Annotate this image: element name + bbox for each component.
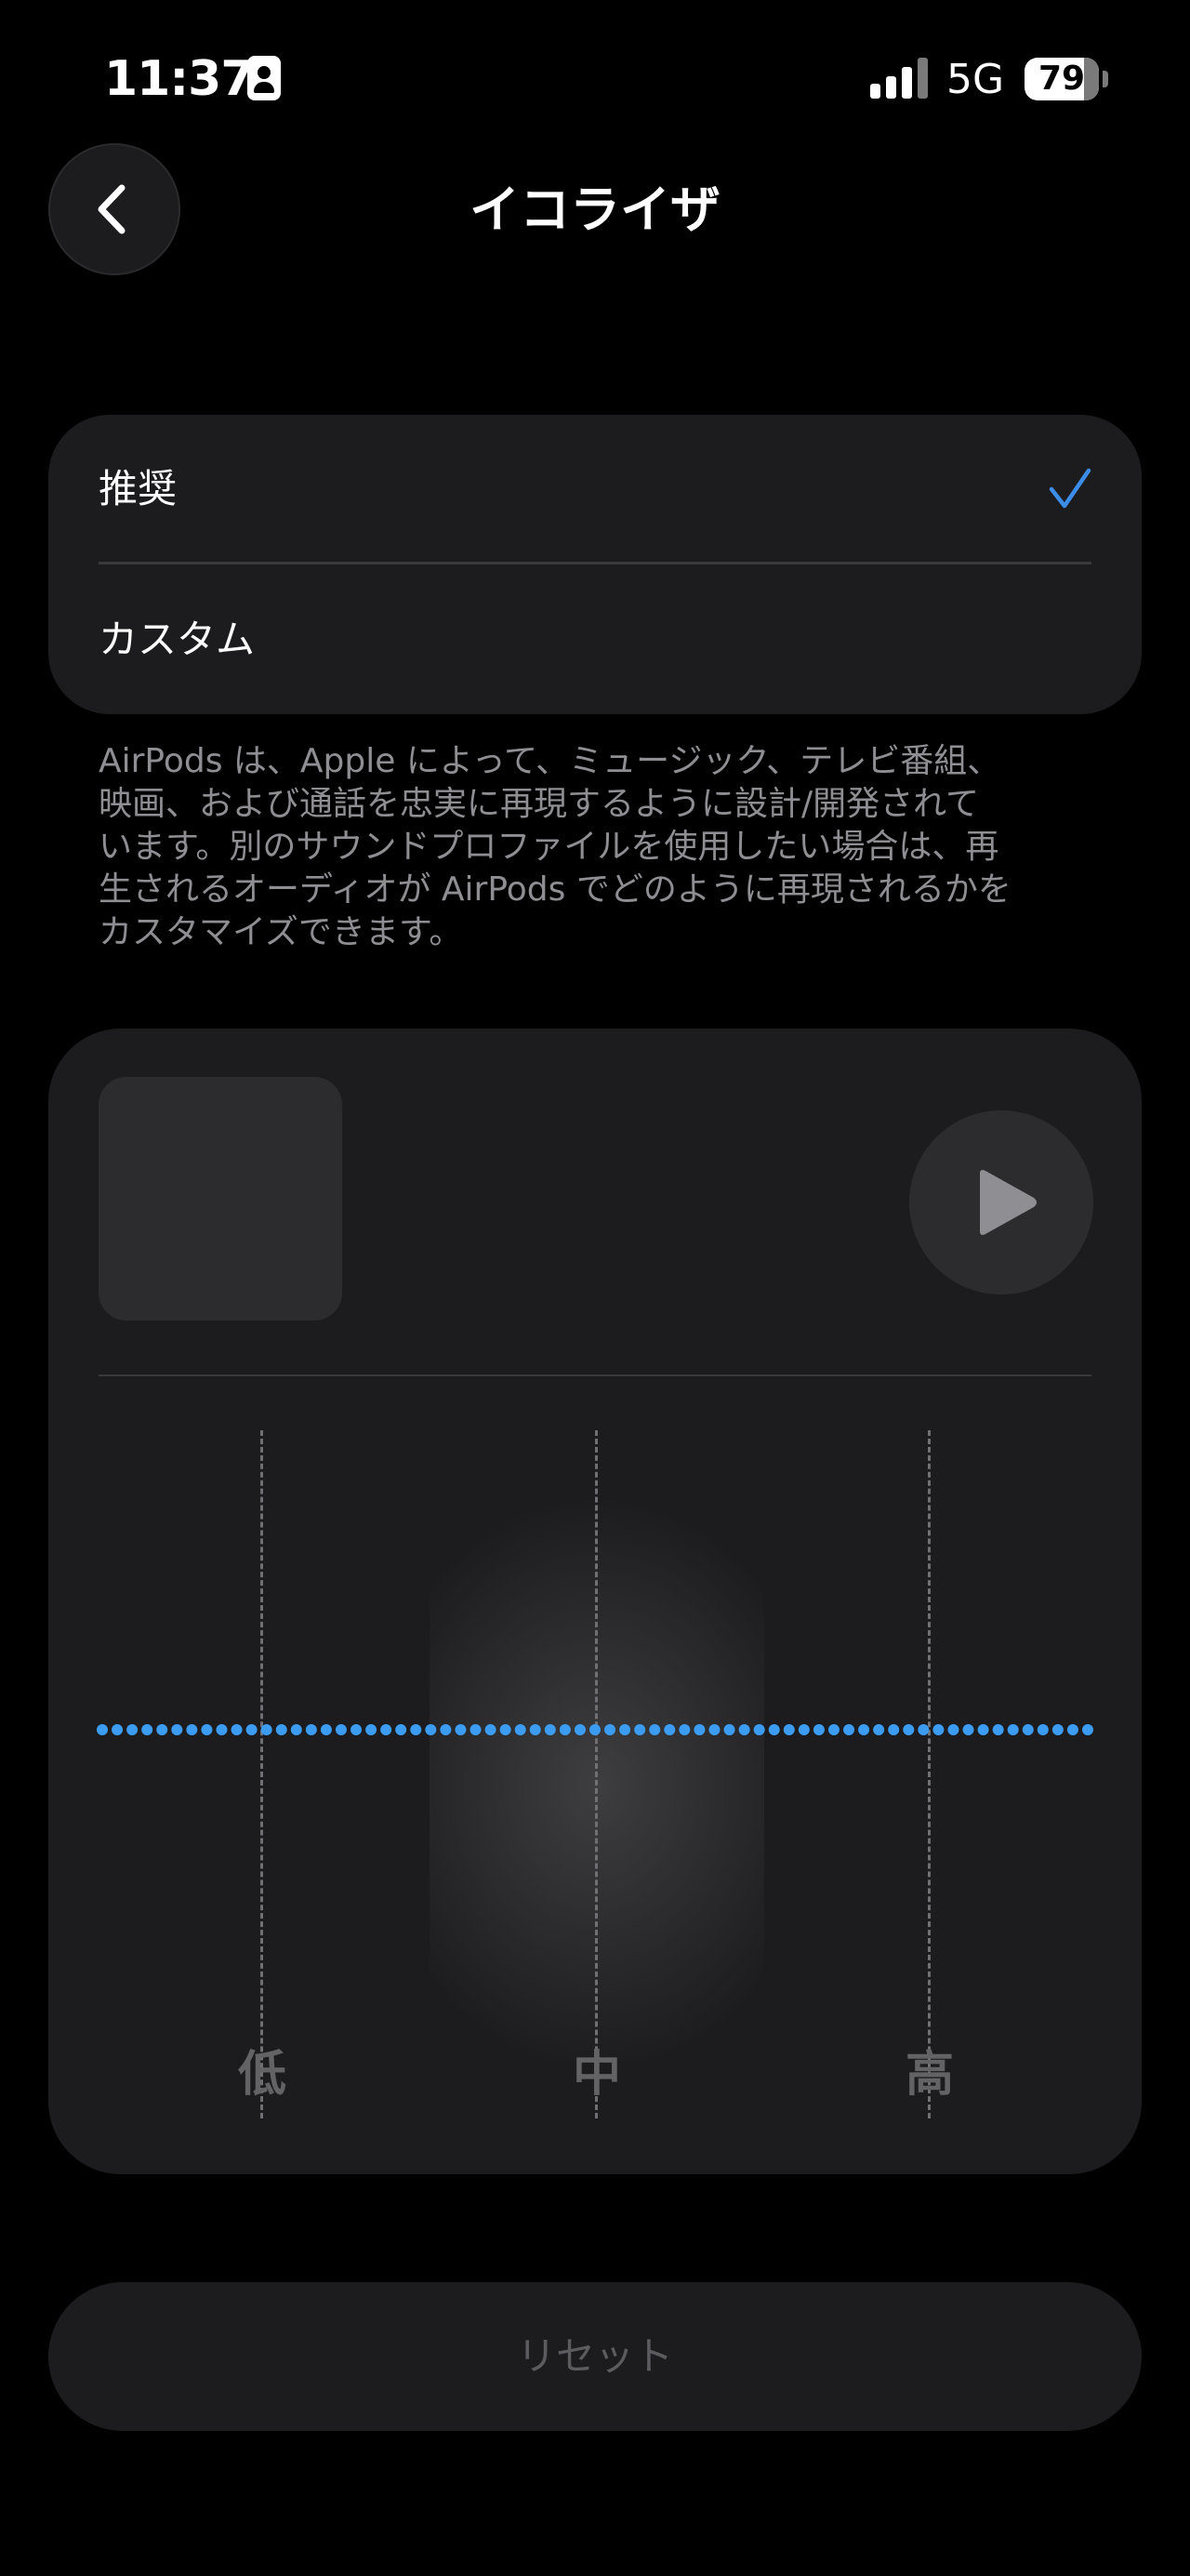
battery-icon: 79	[1025, 58, 1099, 100]
eq-curve-dot	[634, 1724, 646, 1735]
eq-curve-dot	[708, 1724, 721, 1735]
eq-curve-dot	[499, 1724, 511, 1735]
eq-curve-dot	[738, 1724, 750, 1735]
eq-curve-dot	[679, 1724, 691, 1735]
eq-curve-dot	[827, 1724, 840, 1735]
eq-curve[interactable]	[48, 1029, 1142, 2174]
eq-curve-dot	[425, 1724, 437, 1735]
eq-curve-dot	[156, 1724, 168, 1735]
eq-curve-dot	[395, 1724, 407, 1735]
option-label: 推奨	[99, 466, 178, 511]
eq-curve-dot	[484, 1724, 496, 1735]
eq-curve-dot	[649, 1724, 661, 1735]
eq-curve-dot	[216, 1724, 228, 1735]
eq-curve-dot	[1082, 1724, 1093, 1735]
eq-curve-dot	[544, 1724, 556, 1735]
eq-curve-dot	[992, 1724, 1004, 1735]
eq-curve-dot	[305, 1724, 317, 1735]
eq-curve-dot	[529, 1724, 541, 1735]
status-time: 11:37	[104, 51, 255, 107]
eq-curve-dot	[798, 1724, 810, 1735]
eq-curve-dot	[813, 1724, 825, 1735]
option-recommended[interactable]: 推奨	[99, 415, 1091, 564]
eq-curve-dot	[514, 1724, 526, 1735]
reset-button[interactable]: リセット	[48, 2282, 1142, 2431]
eq-curve-dot	[962, 1724, 974, 1735]
eq-curve-dot	[604, 1724, 616, 1735]
eq-curve-dot	[664, 1724, 676, 1735]
eq-curve-dot	[455, 1724, 467, 1735]
eq-curve-dot	[843, 1724, 855, 1735]
eq-curve-dot	[275, 1724, 287, 1735]
eq-curve-dot	[559, 1724, 571, 1735]
network-type: 5G	[946, 56, 1005, 103]
eq-curve-dot	[977, 1724, 989, 1735]
eq-curve-dot	[918, 1724, 930, 1735]
eq-curve-dot	[350, 1724, 363, 1735]
eq-curve-dot	[469, 1724, 482, 1735]
eq-curve-dot	[440, 1724, 452, 1735]
equalizer-mode-list: 推奨 カスタム	[48, 415, 1142, 714]
band-label-high: 高	[905, 2047, 954, 2103]
equalizer-card: 低 中 高	[48, 1029, 1142, 2174]
battery-percent: 79	[1038, 60, 1086, 98]
eq-curve-dot	[201, 1724, 213, 1735]
eq-curve-dot	[141, 1724, 153, 1735]
band-label-mid: 中	[572, 2047, 621, 2103]
eq-curve-dot	[245, 1724, 258, 1735]
row-divider	[99, 562, 1091, 564]
eq-curve-dot	[858, 1724, 870, 1735]
eq-curve-dot	[1066, 1724, 1078, 1735]
eq-curve-dot	[320, 1724, 332, 1735]
eq-curve-dot	[112, 1724, 124, 1735]
option-label: カスタム	[99, 617, 256, 662]
eq-curve-dot	[753, 1724, 765, 1735]
eq-curve-dot	[888, 1724, 900, 1735]
eq-curve-dot	[694, 1724, 706, 1735]
eq-curve-dot	[365, 1724, 377, 1735]
band-label-low: 低	[237, 2047, 286, 2103]
eq-curve-dot	[619, 1724, 631, 1735]
eq-curve-dot	[231, 1724, 243, 1735]
eq-curve-dot	[873, 1724, 885, 1735]
eq-curve-dot	[380, 1724, 392, 1735]
eq-curve-dot	[290, 1724, 302, 1735]
eq-curve-dot	[1051, 1724, 1064, 1735]
eq-curve-dot	[903, 1724, 915, 1735]
eq-curve-dot	[126, 1724, 139, 1735]
eq-curve-dot	[186, 1724, 198, 1735]
eq-curve-dot	[932, 1724, 945, 1735]
contact-card-icon	[247, 56, 281, 100]
eq-curve-dot	[1007, 1724, 1019, 1735]
eq-curve-dot	[1037, 1724, 1049, 1735]
eq-curve-dot	[260, 1724, 272, 1735]
battery-terminal	[1103, 71, 1108, 87]
cellular-signal-icon	[870, 58, 930, 99]
eq-curve-dot	[97, 1724, 108, 1735]
eq-curve-dot	[768, 1724, 780, 1735]
eq-curve-dot	[410, 1724, 422, 1735]
eq-curve-dot	[335, 1724, 347, 1735]
checkmark-icon	[1049, 468, 1091, 509]
page-title: イコライザ	[469, 180, 721, 239]
eq-curve-dot	[723, 1724, 735, 1735]
eq-curve-dot	[947, 1724, 959, 1735]
eq-curve-dot	[574, 1724, 586, 1735]
option-custom[interactable]: カスタム	[99, 565, 1091, 714]
eq-curve-dot	[1022, 1724, 1034, 1735]
eq-curve-dot	[783, 1724, 795, 1735]
eq-curve-dot	[589, 1724, 601, 1735]
eq-curve-dot	[171, 1724, 183, 1735]
description-text: AirPods は、Apple によって、ミュージック、テレビ番組、 映画、およ…	[99, 742, 1012, 951]
